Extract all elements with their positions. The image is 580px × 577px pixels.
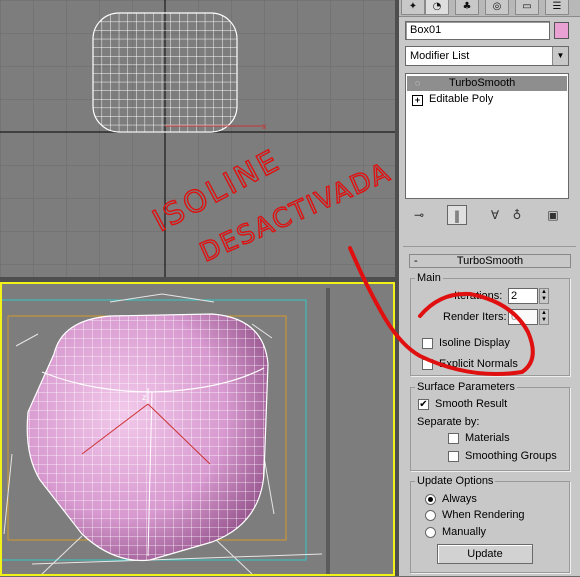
spinner-arrows-icon[interactable]: ▲ ▼: [539, 288, 549, 304]
separate-by-label: Separate by:: [417, 416, 480, 428]
iterations-input[interactable]: 2: [508, 288, 538, 304]
command-panel: ✦ ◔ ♣ ◎ ▭ ☰ Box01 Modifier List ▼ ◌ Turb…: [399, 0, 580, 576]
perspective-viewport-canvas: z: [2, 284, 393, 574]
rollout-title: TurboSmooth: [456, 255, 524, 267]
update-options-label: Update Options: [415, 474, 496, 488]
render-iters-input[interactable]: 0: [508, 309, 538, 325]
svg-text:x: x: [262, 122, 267, 131]
hierarchy-icon[interactable]: ♣: [455, 0, 479, 15]
when-rendering-label[interactable]: When Rendering: [442, 508, 525, 522]
lightbulb-icon[interactable]: ◌: [413, 79, 422, 88]
object-name-field[interactable]: Box01: [405, 21, 550, 40]
chevron-down-icon[interactable]: ▼: [552, 47, 568, 65]
remove-modifier-icon[interactable]: ♁: [507, 205, 527, 225]
surface-parameters-label: Surface Parameters: [415, 380, 517, 394]
stack-item-label: Editable Poly: [429, 93, 494, 105]
update-button[interactable]: Update: [437, 544, 533, 564]
materials-label[interactable]: Materials: [465, 431, 510, 445]
modify-icon[interactable]: ◔: [425, 0, 449, 15]
main-group-label: Main: [415, 271, 443, 285]
smooth-result-checkbox[interactable]: ✔: [418, 399, 429, 410]
isoline-display-label[interactable]: Isoline Display: [439, 336, 510, 350]
explicit-normals-label[interactable]: Explicit Normals: [439, 357, 518, 371]
when-rendering-radio[interactable]: [425, 510, 436, 521]
create-icon[interactable]: ✦: [401, 0, 425, 15]
make-unique-icon[interactable]: ∀: [485, 205, 505, 225]
iterations-spinner[interactable]: 2 ▲ ▼: [508, 288, 549, 304]
render-iters-spinner[interactable]: 0 ▲ ▼: [508, 309, 549, 325]
always-label[interactable]: Always: [442, 492, 477, 506]
surface-parameters-group: Surface Parameters ✔ Smooth Result Separ…: [410, 380, 570, 471]
manually-radio[interactable]: [425, 527, 436, 538]
update-options-group: Update Options Always When Rendering Man…: [410, 474, 570, 573]
utilities-icon[interactable]: ☰: [545, 0, 569, 15]
materials-checkbox[interactable]: [448, 433, 459, 444]
box-wireframe-top: [93, 13, 237, 132]
isoline-display-checkbox[interactable]: [422, 338, 433, 349]
collapse-minus-icon[interactable]: -: [414, 255, 418, 267]
explicit-normals-checkbox[interactable]: [422, 359, 433, 370]
stack-item-editable-poly[interactable]: + Editable Poly: [407, 92, 567, 107]
motion-icon[interactable]: ◎: [485, 0, 509, 15]
command-panel-tabs: ✦ ◔ ♣ ◎ ▭ ☰: [399, 0, 580, 17]
manually-label[interactable]: Manually: [442, 525, 486, 539]
modifier-list-label: Modifier List: [410, 50, 470, 62]
smoothing-groups-label[interactable]: Smoothing Groups: [465, 449, 557, 463]
modifier-stack[interactable]: ◌ TurboSmooth + Editable Poly: [405, 73, 569, 199]
pin-stack-icon[interactable]: ⊸: [409, 205, 429, 225]
smooth-result-label[interactable]: Smooth Result: [435, 397, 507, 411]
render-iters-label: Render Iters:: [443, 311, 507, 323]
top-viewport-canvas: x: [0, 0, 395, 277]
stack-toolbar: ⊸ ‖ ∀ ♁ ▣: [405, 205, 573, 225]
svg-text:z: z: [142, 393, 146, 402]
iterations-label: Iterations:: [454, 290, 503, 302]
expand-plus-icon[interactable]: +: [412, 95, 423, 106]
perspective-viewport[interactable]: z: [0, 282, 395, 576]
stack-item-turbosmooth[interactable]: ◌ TurboSmooth: [407, 76, 567, 91]
spinner-arrows-icon[interactable]: ▲ ▼: [539, 309, 549, 325]
main-group: Main Iterations: 2 ▲ ▼ Render Iters: 0 ▲ ▼…: [410, 271, 570, 376]
top-viewport[interactable]: x: [0, 0, 397, 279]
turbosmooth-rollout: - TurboSmooth Main Iterations: 2 ▲ ▼ Rend…: [403, 246, 576, 577]
modifier-list-dropdown[interactable]: Modifier List ▼: [405, 46, 569, 66]
show-end-result-icon[interactable]: ‖: [447, 205, 467, 225]
stack-item-label: TurboSmooth: [449, 77, 516, 89]
smoothing-groups-checkbox[interactable]: [448, 451, 459, 462]
always-radio[interactable]: [425, 494, 436, 505]
display-icon[interactable]: ▭: [515, 0, 539, 15]
turbosmooth-rollout-header[interactable]: - TurboSmooth: [409, 254, 571, 268]
object-color-swatch[interactable]: [554, 22, 569, 39]
configure-modifier-sets-icon[interactable]: ▣: [543, 205, 563, 225]
